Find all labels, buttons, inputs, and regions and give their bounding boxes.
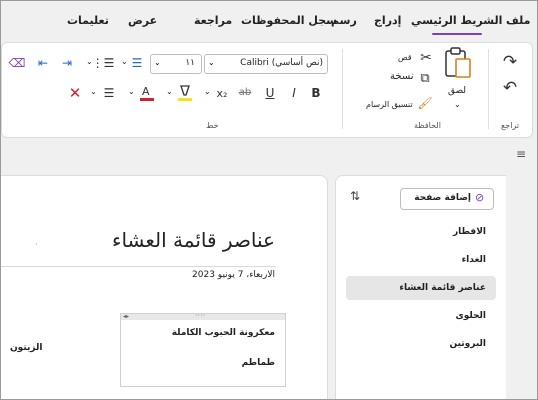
- ribbon: ↷ ↶ تراجع لصق ⌄ ✂ قص ⧉ نسخة 🖌 تنسيق الرس…: [1, 42, 533, 138]
- underline-icon[interactable]: U: [262, 84, 278, 102]
- undo-group-label: تراجع: [501, 121, 520, 130]
- font-group-label: خط: [206, 121, 219, 130]
- chevron-down-icon: ⌄: [208, 58, 215, 67]
- title-underline: [1, 266, 276, 267]
- font-color-icon[interactable]: A: [138, 83, 156, 103]
- scissors-icon[interactable]: ✂: [418, 50, 434, 66]
- cut-label[interactable]: قص: [398, 53, 412, 62]
- paste-label[interactable]: لصق: [448, 86, 466, 96]
- highlight-icon[interactable]: [176, 83, 194, 103]
- page-item-selected[interactable]: عناصر قائمة العشاء: [399, 283, 486, 293]
- increase-indent-icon[interactable]: ⇥: [58, 54, 76, 72]
- format-painter-icon[interactable]: 🖌: [416, 95, 434, 111]
- clear-formatting-icon[interactable]: ⌫: [8, 54, 26, 72]
- page-item[interactable]: الحلوى: [455, 311, 486, 321]
- decrease-indent-icon[interactable]: ⇤: [34, 54, 52, 72]
- chevron-down-icon[interactable]: ⌄: [204, 87, 211, 96]
- sort-icon[interactable]: ⇅: [348, 189, 362, 203]
- font-name-dropdown[interactable]: ⌄ Calibri (نص أساسي): [204, 54, 328, 74]
- divider: [342, 49, 343, 129]
- page-title[interactable]: عناصر قائمة العشاء: [112, 228, 275, 252]
- paste-icon[interactable]: [442, 45, 474, 81]
- page-item[interactable]: الافطار: [453, 227, 486, 237]
- paste-dropdown-icon[interactable]: ⌄: [454, 100, 461, 109]
- add-page-label: إضافة صفحة: [414, 193, 471, 203]
- pages-panel: ⇅ ⊘ إضافة صفحة الافطار الغداء عناصر قائم…: [335, 175, 506, 399]
- italic-icon[interactable]: I: [286, 84, 302, 102]
- add-page-button[interactable]: ⊘ إضافة صفحة: [400, 188, 494, 210]
- add-page-icon: ⊘: [475, 191, 485, 204]
- chevron-down-icon[interactable]: ⌄: [121, 57, 128, 66]
- onenote-window: ملف الشريط الرئيسي إدراج رسم سجل المحفوظ…: [0, 0, 538, 400]
- tab-home[interactable]: الشريط الرئيسي: [411, 14, 502, 27]
- container-line[interactable]: طماطم: [242, 358, 275, 368]
- subscript-icon[interactable]: x₂: [214, 84, 230, 102]
- delete-icon[interactable]: ✕: [66, 83, 84, 103]
- chevron-down-icon[interactable]: ⌄: [90, 87, 97, 96]
- numbering-icon[interactable]: ⋮☰: [92, 54, 115, 72]
- align-icon[interactable]: ☰: [100, 84, 118, 102]
- page-item[interactable]: البروتين: [450, 339, 486, 349]
- title-marker: ·: [35, 240, 38, 249]
- container-line[interactable]: معكرونة الحبوب الكاملة: [172, 328, 275, 338]
- container-resize-icon[interactable]: ◂▸: [123, 313, 129, 320]
- note-container[interactable]: ◂▸ ···· معكرونة الحبوب الكاملة طماطم: [120, 311, 286, 387]
- font-name-value: Calibri (نص أساسي): [240, 58, 323, 68]
- chevron-down-icon[interactable]: ⌄: [86, 57, 93, 66]
- strikethrough-icon[interactable]: ab: [236, 84, 254, 102]
- tab-help[interactable]: تعليمات: [67, 14, 109, 27]
- partial-note-text[interactable]: الزيتون: [10, 343, 42, 353]
- menu-icon[interactable]: ≡: [513, 147, 529, 161]
- copy-label[interactable]: نسخة: [390, 71, 414, 82]
- chevron-down-icon[interactable]: ⌄: [166, 87, 173, 96]
- divider: [488, 49, 489, 129]
- svg-text:A: A: [142, 85, 150, 98]
- page-item[interactable]: الغداء: [462, 255, 486, 265]
- tab-history[interactable]: سجل المحفوظات: [241, 14, 337, 27]
- drag-dots-icon[interactable]: ····: [195, 311, 205, 320]
- note-canvas[interactable]: عناصر قائمة العشاء · الاربعاء، 7 يونيو 2…: [1, 175, 328, 399]
- font-size-dropdown[interactable]: ⌄ ١١: [150, 54, 202, 74]
- undo-icon[interactable]: ↶: [499, 77, 521, 99]
- bold-icon[interactable]: B: [308, 84, 324, 102]
- redo-icon[interactable]: ↷: [499, 51, 521, 73]
- format-painter-label[interactable]: تنسيق الرسام: [366, 100, 413, 109]
- tab-insert[interactable]: إدراج: [374, 14, 401, 27]
- page-date: الاربعاء، 7 يونيو 2023: [192, 270, 275, 280]
- tab-file[interactable]: ملف: [506, 14, 530, 27]
- bullets-icon[interactable]: ☰: [130, 54, 144, 72]
- clipboard-group-label: الحافظة: [414, 121, 441, 130]
- chevron-down-icon[interactable]: ⌄: [128, 87, 135, 96]
- tab-view[interactable]: عرض: [128, 14, 157, 27]
- tab-home-underline: [432, 33, 482, 35]
- chevron-down-icon: ⌄: [154, 58, 161, 67]
- copy-icon[interactable]: ⧉: [416, 70, 434, 86]
- tab-review[interactable]: مراجعة: [194, 14, 232, 27]
- font-size-value: ١١: [185, 58, 195, 68]
